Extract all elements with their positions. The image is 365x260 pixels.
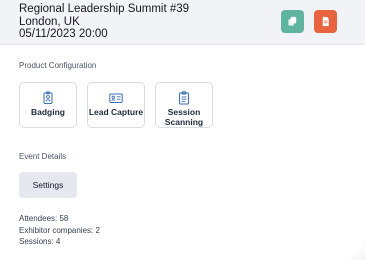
event-stats: Attendees: 58 Exhibitor companies: 2 Ses… bbox=[19, 213, 100, 248]
copy-icon bbox=[288, 16, 297, 26]
session-scanning-label: Session Scanning bbox=[164, 107, 204, 127]
product-configuration-heading: Product Configuration bbox=[19, 61, 97, 70]
event-location: London, UK bbox=[19, 15, 80, 28]
id-card-icon bbox=[109, 93, 123, 103]
session-scanning-card[interactable]: Session Scanning bbox=[155, 82, 213, 128]
event-datetime: 05/11/2023 20:00 bbox=[19, 28, 108, 40]
copy-button[interactable] bbox=[281, 10, 304, 33]
lead-capture-card[interactable]: Lead Capture bbox=[87, 82, 145, 128]
document-icon bbox=[322, 16, 329, 27]
attendees-count: Attendees: 58 bbox=[19, 214, 69, 223]
event-details-heading: Event Details bbox=[19, 152, 67, 161]
sessions-count: Sessions: 4 bbox=[19, 237, 61, 246]
settings-button[interactable]: Settings bbox=[19, 172, 77, 198]
event-info: Regional Leadership Summit #39 London, U… bbox=[19, 3, 189, 41]
badging-card[interactable]: Badging bbox=[19, 82, 77, 128]
badge-icon bbox=[43, 91, 53, 104]
document-button[interactable] bbox=[314, 10, 337, 33]
event-title: Regional Leadership Summit #39 bbox=[19, 3, 190, 15]
badging-label: Badging bbox=[31, 107, 65, 117]
lead-capture-label: Lead Capture bbox=[88, 107, 144, 117]
event-header: Regional Leadership Summit #39 London, U… bbox=[0, 0, 365, 45]
exhibitor-companies-count: Exhibitor companies: 2 bbox=[19, 225, 100, 235]
clipboard-icon bbox=[179, 91, 189, 105]
corner-shadow bbox=[345, 240, 365, 260]
